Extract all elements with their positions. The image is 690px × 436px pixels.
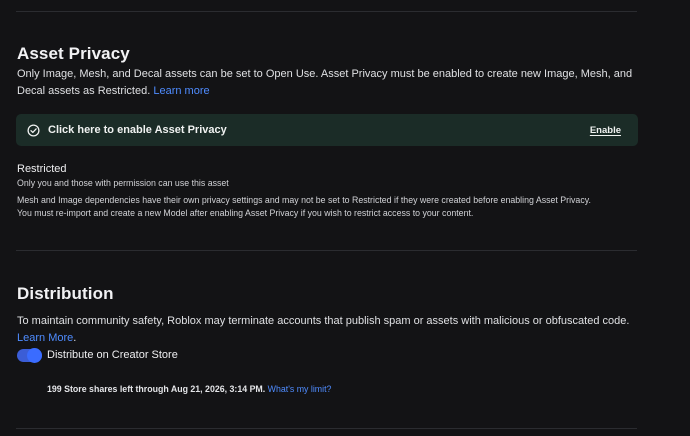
enable-asset-privacy-banner[interactable]: Click here to enable Asset Privacy Enabl… [16,114,638,146]
learn-more-period: . [73,332,77,344]
top-divider [16,11,637,12]
dependency-note: Mesh and Image dependencies have their o… [17,194,637,219]
asset-privacy-learn-more-link[interactable]: Learn more [153,85,209,97]
distribute-toggle-row: Distribute on Creator Store [17,347,178,363]
toggle-knob [27,347,42,363]
restricted-label: Restricted [17,163,67,175]
distribution-description: To maintain community safety, Roblox may… [17,313,637,347]
asset-privacy-title: Asset Privacy [17,44,130,63]
store-shares-text: 199 Store shares left through Aug 21, 20… [47,384,266,394]
enable-button[interactable]: Enable [590,125,621,136]
bottom-divider [16,428,637,429]
distribution-title: Distribution [17,284,114,303]
distribution-description-text: To maintain community safety, Roblox may… [17,315,630,327]
dependency-note-line-1: Mesh and Image dependencies have their o… [17,195,591,205]
distribute-toggle-label: Distribute on Creator Store [47,349,178,361]
restricted-description: Only you and those with permission can u… [17,178,229,188]
dependency-note-line-2: You must re-import and create a new Mode… [17,207,474,218]
asset-privacy-description: Only Image, Mesh, and Decal assets can b… [17,66,637,100]
section-divider [16,250,637,251]
distribute-toggle[interactable] [17,347,42,363]
settings-page: Asset Privacy Only Image, Mesh, and Deca… [0,0,690,436]
asset-privacy-description-text: Only Image, Mesh, and Decal assets can b… [17,68,633,97]
store-shares-info: 199 Store shares left through Aug 21, 20… [47,384,331,394]
distribution-learn-more-link[interactable]: Learn More [17,332,73,344]
check-circle-icon [27,123,40,137]
banner-text: Click here to enable Asset Privacy [48,124,227,136]
whats-my-limit-link[interactable]: What's my limit? [268,384,332,394]
